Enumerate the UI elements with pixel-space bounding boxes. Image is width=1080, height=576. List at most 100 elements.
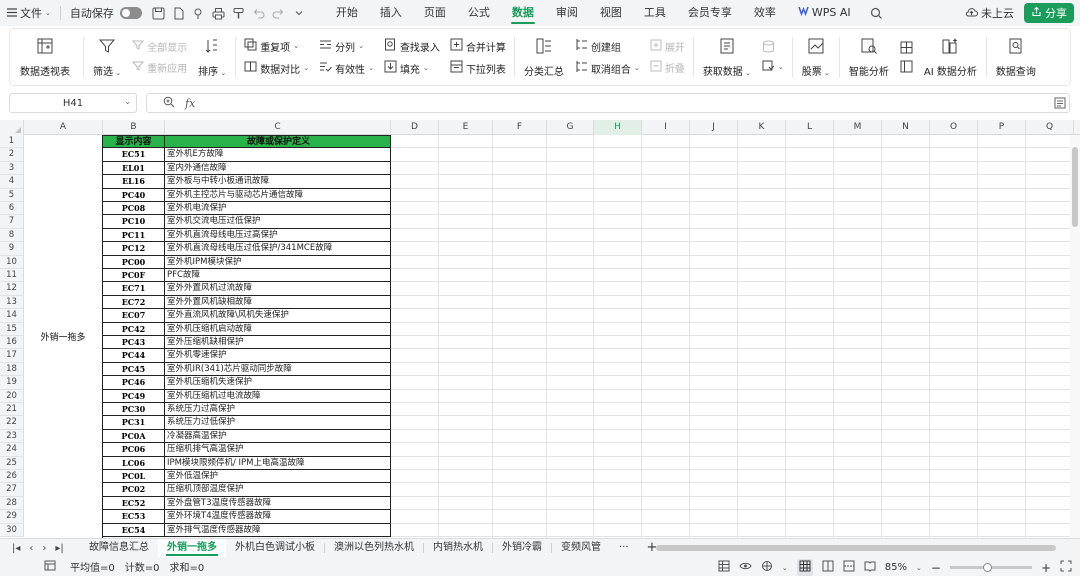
column-header-n[interactable]: N: [882, 120, 930, 135]
normal-view-icon[interactable]: [796, 559, 813, 576]
row-header[interactable]: 7: [0, 215, 24, 229]
fault-code-cell[interactable]: EC51: [103, 148, 165, 162]
row-header[interactable]: 1: [0, 135, 24, 149]
fault-code-cell[interactable]: EC53: [103, 510, 165, 524]
get-data-button[interactable]: 获取数据 ⌄: [697, 29, 757, 85]
header-cell-display[interactable]: 显示内容: [103, 135, 165, 149]
fault-description-cell[interactable]: 室外排气温度传感器故障: [165, 523, 391, 537]
next-sheet-icon[interactable]: ›: [42, 543, 46, 554]
fault-code-cell[interactable]: PC42: [103, 322, 165, 336]
zoom-in-icon[interactable]: [163, 96, 175, 111]
zoom-level[interactable]: 85%: [885, 562, 907, 573]
page-layout-icon[interactable]: [822, 560, 834, 575]
tab-wps-ai[interactable]: WPS AI: [787, 0, 862, 26]
zoom-in-icon[interactable]: +: [1041, 561, 1051, 575]
document-icon[interactable]: [170, 4, 188, 22]
show-all-button[interactable]: 全部显示: [131, 39, 187, 54]
fault-description-cell[interactable]: 室外直流风机故障\风机失速保护: [165, 309, 391, 323]
refresh-data-button[interactable]: ⌄: [762, 59, 784, 75]
fault-code-cell[interactable]: PC06: [103, 443, 165, 457]
fault-code-cell[interactable]: PC12: [103, 242, 165, 256]
scrollbar-thumb[interactable]: [1072, 147, 1078, 227]
toggle-switch-icon[interactable]: [119, 7, 142, 19]
fx-label[interactable]: fx: [185, 97, 195, 110]
fill-button[interactable]: 填充 ⌄: [384, 60, 440, 76]
fault-code-cell[interactable]: PC30: [103, 403, 165, 417]
sheet-tab-inverter-duct[interactable]: 变频风管: [552, 539, 610, 557]
row-header[interactable]: 19: [0, 376, 24, 390]
fault-description-cell[interactable]: 室外环境T4温度传感器故障: [165, 510, 391, 524]
fault-code-cell[interactable]: PC43: [103, 336, 165, 350]
row-header[interactable]: 13: [0, 295, 24, 310]
row-header[interactable]: 23: [0, 429, 24, 444]
row-header[interactable]: 27: [0, 483, 24, 497]
fault-code-cell[interactable]: PC08: [103, 202, 165, 216]
fault-code-cell[interactable]: PC40: [103, 188, 165, 202]
fault-description-cell[interactable]: 室外机E方故障: [165, 148, 391, 162]
database-icon[interactable]: [762, 40, 784, 53]
row-header[interactable]: 5: [0, 188, 24, 202]
fault-code-cell[interactable]: PC31: [103, 416, 165, 430]
sheet-tab-domestic-heater[interactable]: 内销热水机: [424, 539, 492, 557]
share-button[interactable]: 分享: [1024, 3, 1074, 23]
sheet-tab-fault-summary[interactable]: 故障信息汇总: [80, 539, 158, 557]
fault-description-cell[interactable]: 室外机电流保护: [165, 202, 391, 216]
fault-description-cell[interactable]: 压缩机排气高温保护: [165, 443, 391, 457]
sheet-tab-export-multi[interactable]: 外销一拖多: [158, 539, 226, 557]
row-header[interactable]: 20: [0, 389, 24, 403]
chevron-down-icon[interactable]: ⌄: [782, 564, 788, 572]
smart-analysis-button[interactable]: 智能分析: [843, 29, 895, 85]
column-header-a[interactable]: A: [24, 120, 103, 135]
fault-description-cell[interactable]: 室外外置风机缺相故障: [165, 295, 391, 310]
zoom-slider-knob[interactable]: [982, 563, 992, 572]
eye-protection-icon[interactable]: [739, 560, 752, 575]
fault-code-cell[interactable]: PC45: [103, 362, 165, 377]
stocks-button[interactable]: 股票 ⌄: [796, 29, 836, 85]
row-header[interactable]: 30: [0, 523, 24, 537]
fault-code-cell[interactable]: PC46: [103, 376, 165, 390]
tab-tools[interactable]: 工具: [633, 0, 677, 26]
fault-code-cell[interactable]: LC06: [103, 456, 165, 470]
tab-home[interactable]: 开始: [325, 0, 369, 26]
fault-description-cell[interactable]: 冷凝器高温保护: [165, 429, 391, 444]
formula-input[interactable]: fx: [146, 93, 1070, 113]
column-header-b[interactable]: B: [103, 120, 165, 135]
column-header-q[interactable]: Q: [1026, 120, 1074, 135]
table-layout-icon[interactable]: [900, 41, 913, 54]
redo-icon[interactable]: [270, 4, 288, 22]
vertical-scrollbar[interactable]: [1070, 135, 1080, 538]
tab-data[interactable]: 数据: [501, 0, 545, 26]
fault-code-cell[interactable]: PC0F: [103, 269, 165, 283]
autosave-toggle[interactable]: 自动保存: [63, 2, 149, 24]
row-header[interactable]: 9: [0, 242, 24, 256]
zoom-out-icon[interactable]: −: [931, 561, 941, 575]
row-header[interactable]: 21: [0, 403, 24, 417]
tab-view[interactable]: 视图: [589, 0, 633, 26]
spreadsheet-grid[interactable]: ABCDEFGHIJKLMNOPQ 外销一拖多 1 2 3 4 5 6 7 8 9 10 11 12 1…: [0, 120, 1080, 538]
reapply-button[interactable]: 重新应用: [131, 60, 187, 75]
search-icon[interactable]: [868, 4, 886, 22]
fault-code-cell[interactable]: PC02: [103, 483, 165, 497]
row-header[interactable]: 12: [0, 282, 24, 296]
row-header[interactable]: 11: [0, 269, 24, 283]
undo-icon[interactable]: [250, 4, 268, 22]
fault-code-cell[interactable]: PC44: [103, 349, 165, 363]
tab-formula[interactable]: 公式: [457, 0, 501, 26]
prev-sheet-icon[interactable]: ‹: [29, 543, 33, 554]
column-header-l[interactable]: L: [786, 120, 834, 135]
fault-code-cell[interactable]: EL16: [103, 175, 165, 189]
column-header-i[interactable]: I: [642, 120, 690, 135]
fault-description-cell[interactable]: 室外机IPM模块保护: [165, 255, 391, 269]
row-header[interactable]: 29: [0, 510, 24, 524]
fault-description-cell[interactable]: 室外机直流母线电压过高保护: [165, 228, 391, 243]
row-header[interactable]: 14: [0, 309, 24, 323]
data-query-button[interactable]: 数据查询: [990, 29, 1042, 85]
tab-member[interactable]: 会员专享: [677, 0, 743, 26]
fault-code-cell[interactable]: EL01: [103, 161, 165, 176]
format-painter-icon[interactable]: [230, 4, 248, 22]
row-header[interactable]: 2: [0, 148, 24, 162]
column-header-h[interactable]: H: [594, 120, 642, 135]
fault-code-cell[interactable]: EC52: [103, 496, 165, 511]
row-header[interactable]: 28: [0, 496, 24, 511]
merged-cell-a[interactable]: 外销一拖多: [24, 135, 103, 538]
